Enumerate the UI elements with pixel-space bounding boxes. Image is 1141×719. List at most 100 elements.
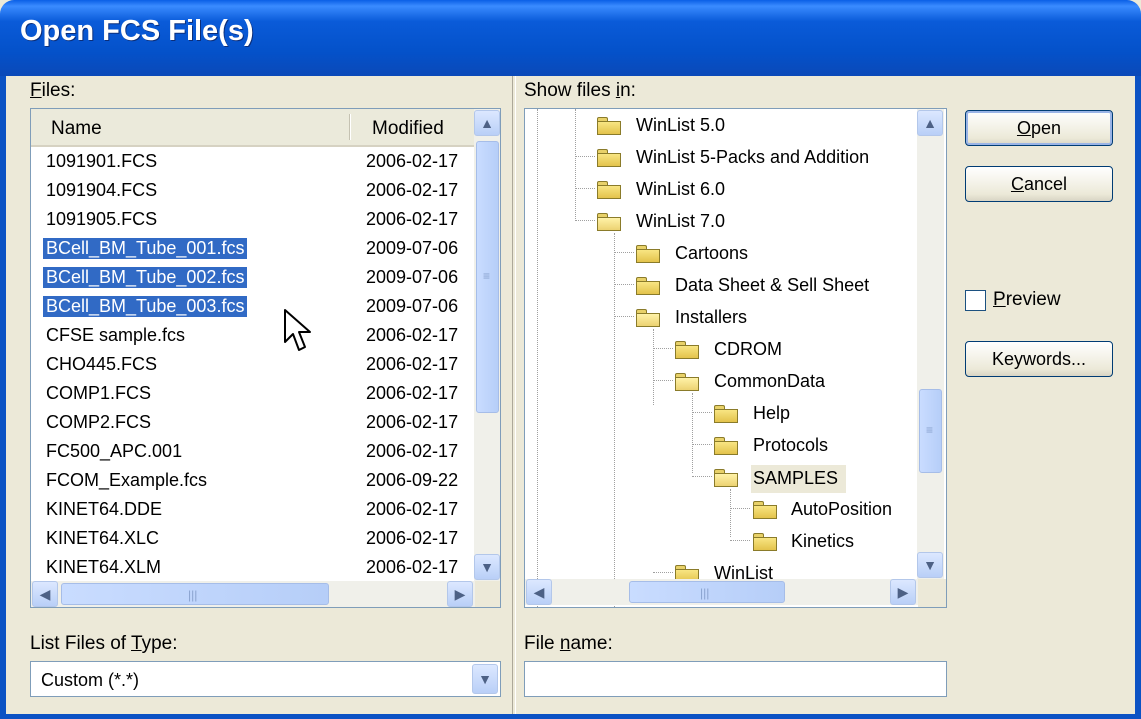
scroll-thumb[interactable]: |||: [629, 581, 785, 603]
file-list-hscrollbar[interactable]: ◀ ||| ▶: [31, 581, 475, 607]
tree-node-label[interactable]: Installers: [675, 307, 747, 328]
file-row-selected[interactable]: BCell_BM_Tube_002.fcs 2009-07-06: [31, 264, 475, 293]
file-name: KINET64.XLC: [46, 528, 160, 548]
scroll-right-icon[interactable]: ▶: [890, 579, 916, 605]
file-row[interactable]: 1091905.FCS 2006-02-17: [31, 206, 475, 235]
folder-icon: [636, 277, 660, 295]
keywords-button[interactable]: Keywords...: [965, 341, 1113, 377]
scroll-thumb[interactable]: ≡: [919, 389, 942, 473]
file-type-select[interactable]: Custom (*.*) ▼: [30, 661, 501, 697]
folder-icon: [714, 405, 738, 423]
file-modified: 2006-02-17: [366, 354, 459, 374]
file-row[interactable]: KINET64.DDE 2006-02-17: [31, 496, 475, 525]
column-header-modified[interactable]: Modified: [372, 118, 472, 140]
tree-node-label[interactable]: CommonData: [714, 371, 825, 392]
file-name: BCell_BM_Tube_003.fcs: [43, 296, 248, 317]
title-bar[interactable]: Open FCS File(s): [0, 0, 1141, 76]
file-modified: 2006-02-17: [366, 528, 459, 548]
folder-icon: [597, 117, 621, 135]
file-row-selected[interactable]: BCell_BM_Tube_003.fcs 2009-07-06: [31, 293, 475, 322]
open-fcs-dialog: Open FCS File(s) Files: Name Modified 10…: [0, 0, 1141, 719]
folder-icon: [753, 501, 777, 519]
window-frame-bottom: [0, 714, 1141, 719]
tree-node-label[interactable]: Data Sheet & Sell Sheet: [675, 275, 869, 296]
file-row[interactable]: COMP1.FCS 2006-02-17: [31, 380, 475, 409]
column-header-name[interactable]: Name: [51, 118, 102, 140]
folder-tree-hscrollbar[interactable]: ◀ ||| ▶: [525, 579, 918, 605]
file-type-value: Custom (*.*): [41, 670, 140, 690]
tree-node-label-selected[interactable]: SAMPLES: [751, 465, 847, 493]
file-name-label: File name:: [524, 633, 613, 654]
file-name: 1091905.FCS: [46, 209, 158, 229]
scrollbar-corner: [475, 581, 500, 607]
scrollbar-corner: [918, 579, 946, 607]
folder-open-icon: [714, 469, 738, 487]
file-name: FCOM_Example.fcs: [46, 470, 208, 490]
scroll-up-icon[interactable]: ▲: [474, 110, 500, 136]
cancel-button[interactable]: Cancel: [965, 166, 1113, 202]
file-row[interactable]: FCOM_Example.fcs 2006-09-22: [31, 467, 475, 496]
scroll-up-icon[interactable]: ▲: [917, 110, 943, 136]
window-title: Open FCS File(s): [20, 15, 254, 47]
file-name: 1091904.FCS: [46, 180, 158, 200]
scroll-thumb[interactable]: ≡: [476, 141, 499, 413]
scroll-down-icon[interactable]: ▼: [917, 552, 943, 578]
file-name: 1091901.FCS: [46, 151, 158, 171]
file-list-vscrollbar[interactable]: ▲ ≡ ▼: [474, 109, 500, 581]
tree-node-label[interactable]: Cartoons: [675, 243, 748, 264]
tree-node-label[interactable]: WinList 5-Packs and Addition: [636, 147, 869, 168]
file-name: CFSE sample.fcs: [46, 325, 186, 345]
file-row[interactable]: COMP2.FCS 2006-02-17: [31, 409, 475, 438]
file-name: COMP2.FCS: [46, 412, 152, 432]
file-name: CHO445.FCS: [46, 354, 158, 374]
folder-icon: [636, 245, 660, 263]
scroll-left-icon[interactable]: ◀: [526, 579, 552, 605]
column-separator[interactable]: [349, 114, 351, 140]
show-files-in-label: Show files in:: [524, 80, 636, 101]
folder-icon: [753, 533, 777, 551]
file-list-header: Name Modified: [31, 109, 475, 147]
scroll-right-icon[interactable]: ▶: [447, 581, 473, 607]
file-name-input[interactable]: [524, 661, 947, 697]
preview-label[interactable]: Preview: [993, 289, 1061, 311]
file-row[interactable]: 1091904.FCS 2006-02-17: [31, 177, 475, 206]
dropdown-arrow-icon[interactable]: ▼: [472, 664, 498, 694]
tree-node-label[interactable]: CDROM: [714, 339, 782, 360]
file-row[interactable]: KINET64.XLM 2006-02-17: [31, 554, 475, 583]
file-modified: 2009-07-06: [366, 267, 459, 287]
preview-checkbox[interactable]: [965, 290, 986, 311]
folder-tree[interactable]: WinList 5.0 WinList 5-Packs and Addition…: [524, 108, 947, 608]
file-row[interactable]: CFSE sample.fcs 2006-02-17: [31, 322, 475, 351]
mouse-cursor-icon: [284, 309, 311, 351]
file-row[interactable]: CHO445.FCS 2006-02-17: [31, 351, 475, 380]
file-row[interactable]: FC500_APC.001 2006-02-17: [31, 438, 475, 467]
file-modified: 2006-02-17: [366, 151, 459, 171]
file-row[interactable]: KINET64.XLC 2006-02-17: [31, 525, 475, 554]
tree-node-label[interactable]: Protocols: [753, 435, 828, 456]
open-button[interactable]: Open: [965, 110, 1113, 146]
file-list[interactable]: Name Modified 1091901.FCS 2006-02-17 1091…: [30, 108, 501, 608]
scroll-left-icon[interactable]: ◀: [32, 581, 58, 607]
tree-node-label[interactable]: WinList 7.0: [636, 211, 725, 232]
file-modified: 2006-09-22: [366, 470, 459, 490]
scroll-down-icon[interactable]: ▼: [474, 554, 500, 580]
file-name: KINET64.DDE: [46, 499, 163, 519]
file-modified: 2006-02-17: [366, 180, 459, 200]
scroll-thumb[interactable]: |||: [61, 583, 329, 605]
file-row-selected[interactable]: BCell_BM_Tube_001.fcs 2009-07-06: [31, 235, 475, 264]
file-name: BCell_BM_Tube_002.fcs: [43, 267, 248, 288]
window-frame-left: [0, 76, 6, 719]
files-label: Files:: [30, 80, 76, 101]
folder-icon: [714, 437, 738, 455]
tree-node-label[interactable]: Help: [753, 403, 790, 424]
file-modified: 2006-02-17: [366, 412, 459, 432]
folder-icon: [675, 341, 699, 359]
tree-node-label[interactable]: Kinetics: [791, 531, 854, 552]
file-row[interactable]: 1091901.FCS 2006-02-17: [31, 148, 475, 177]
folder-open-icon: [597, 213, 621, 231]
tree-node-label[interactable]: WinList 6.0: [636, 179, 725, 200]
file-modified: 2006-02-17: [366, 441, 459, 461]
folder-tree-vscrollbar[interactable]: ▲ ≡ ▼: [917, 109, 944, 579]
tree-node-label[interactable]: AutoPosition: [791, 499, 892, 520]
tree-node-label[interactable]: WinList 5.0: [636, 115, 725, 136]
